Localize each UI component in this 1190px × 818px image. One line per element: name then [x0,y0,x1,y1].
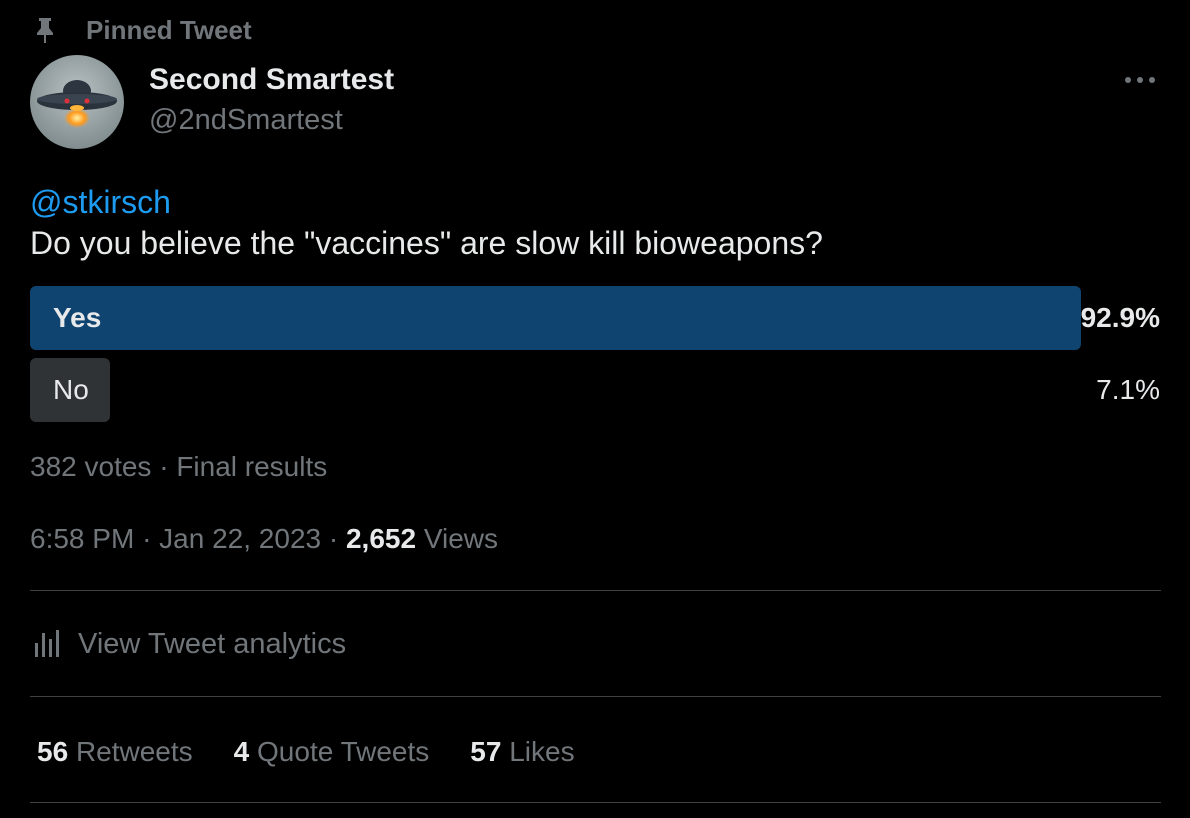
likes-stat[interactable]: 57 Likes [470,732,574,772]
views-label: Views [423,523,499,554]
author-display-name[interactable]: Second Smartest [149,62,394,98]
separator: · [159,451,169,482]
quote-tweets-stat[interactable]: 4 Quote Tweets [234,732,430,772]
bar-chart-icon [35,630,59,657]
separator: · [328,523,339,554]
poll-status: Final results [176,451,328,482]
divider [30,802,1161,803]
tweet-date[interactable]: Jan 22, 2023 [159,523,321,554]
engagement-stats: 56 Retweets 4 Quote Tweets 57 Likes [37,732,616,772]
pinned-indicator [33,14,57,46]
mention-link[interactable]: @stkirsch [30,182,171,222]
retweets-count: 56 [37,736,69,767]
retweets-label: Retweets [75,736,193,767]
poll-option-label-yes: Yes [53,302,102,333]
view-analytics-label: View Tweet analytics [78,628,347,660]
pinned-label: Pinned Tweet [86,15,252,45]
poll-option-percent-yes: 92.9% [1080,302,1160,333]
author-handle[interactable]: @2ndSmartest [149,102,343,138]
likes-label: Likes [509,736,575,767]
divider [30,696,1161,697]
poll-option-percent-no: 7.1% [1096,374,1160,405]
tweet-card: Pinned Tweet Second Smartest @2ndSmartes… [0,0,1190,818]
avatar[interactable] [30,55,124,149]
views-count: 2,652 [345,523,417,554]
poll-option-label-no: No [53,374,89,405]
likes-count: 57 [470,736,502,767]
tweet-timestamp-row: 6:58 PM · Jan 22, 2023 · 2,652 Views [30,519,498,559]
poll-meta: 382 votes · Final results [30,447,327,487]
more-horizontal-icon [1125,77,1155,83]
tweet-time[interactable]: 6:58 PM [30,523,134,554]
more-options-button[interactable] [1120,62,1160,98]
retweets-stat[interactable]: 56 Retweets [37,732,193,772]
quote-tweets-label: Quote Tweets [257,736,430,767]
view-analytics-link[interactable]: View Tweet analytics [30,624,346,664]
separator: · [142,523,152,554]
quote-tweets-count: 4 [233,736,250,767]
divider [30,590,1161,591]
poll-bar-yes [30,286,1081,350]
poll-votes: 382 votes [30,451,152,482]
pin-icon [33,16,57,44]
tweet-text: Do you believe the "vaccines" are slow k… [30,225,823,261]
ufo-avatar-icon [30,55,124,149]
